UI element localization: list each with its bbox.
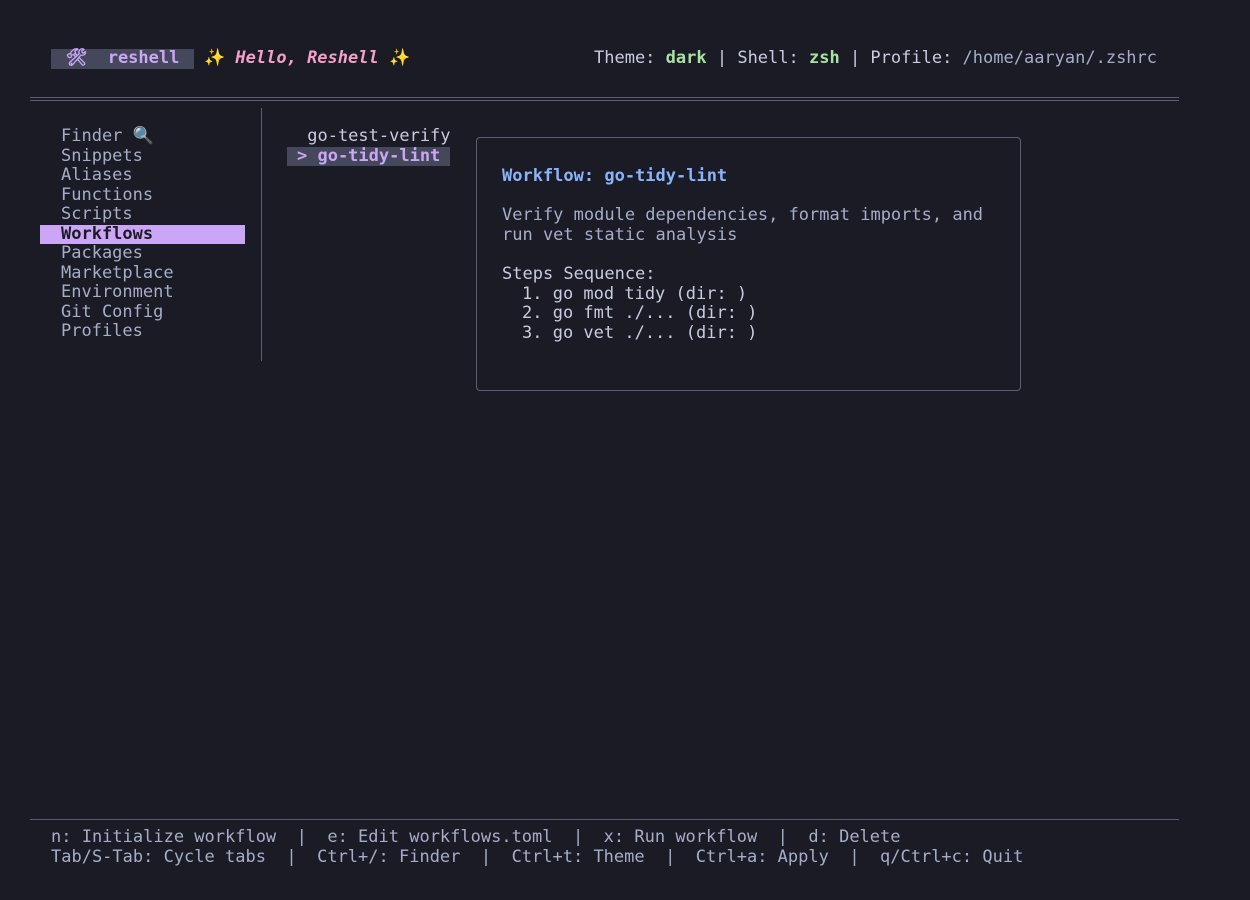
sidebar-item-finder[interactable]: Finder 🔍 bbox=[40, 126, 245, 147]
theme-label: Theme: bbox=[594, 48, 666, 68]
workflow-step: 2. go fmt ./... (dir: ) bbox=[522, 303, 758, 323]
greeting: ✨ Hello, Reshell ✨ bbox=[204, 48, 411, 69]
sidebar-item-aliases[interactable]: Aliases bbox=[40, 165, 245, 186]
list-item[interactable]: go-test-verify bbox=[287, 126, 450, 147]
sidebar-item-functions[interactable]: Functions bbox=[40, 185, 245, 206]
workflow-step: 3. go vet ./... (dir: ) bbox=[522, 322, 758, 343]
sparkles-icon: ✨ bbox=[204, 48, 226, 68]
sidebar-item-workflows[interactable]: Workflows bbox=[40, 224, 245, 244]
separator: | bbox=[839, 48, 871, 68]
sidebar-divider bbox=[261, 108, 262, 361]
sidebar-item-packages[interactable]: Packages bbox=[40, 243, 245, 264]
sidebar-item-git-config[interactable]: Git Config bbox=[40, 302, 245, 323]
greeting-text: Hello, Reshell bbox=[235, 48, 379, 68]
workflow-step: 1. go mod tidy (dir: ) bbox=[522, 283, 748, 304]
footer-divider bbox=[30, 819, 1179, 820]
app-brand-badge: 🛠 reshell bbox=[51, 49, 194, 69]
keybinding-hints: n: Initialize workflow | e: Edit workflo… bbox=[51, 827, 901, 847]
steps-label: Steps Sequence: bbox=[502, 264, 656, 284]
shell-value: zsh bbox=[808, 48, 840, 68]
workflow-description: run vet static analysis bbox=[502, 224, 738, 245]
theme-value: dark bbox=[665, 48, 707, 68]
workflow-description: Verify module dependencies, format impor… bbox=[502, 205, 984, 225]
sidebar-item-marketplace[interactable]: Marketplace bbox=[40, 263, 245, 284]
keybinding-hints: Tab/S-Tab: Cycle tabs | Ctrl+/: Finder |… bbox=[51, 847, 1024, 867]
sidebar-item-profiles[interactable]: Profiles bbox=[40, 321, 245, 342]
profile-label: Profile: bbox=[870, 48, 963, 68]
sidebar-nav: Finder 🔍 Snippets Aliases Functions Scri… bbox=[40, 126, 245, 342]
status-bar: Theme: dark | Shell: zsh | Profile: /hom… bbox=[594, 48, 1158, 69]
sidebar-item-scripts[interactable]: Scripts bbox=[40, 204, 245, 225]
separator: | bbox=[706, 48, 738, 68]
app-name: reshell bbox=[107, 48, 180, 69]
sparkles-icon: ✨ bbox=[388, 48, 411, 68]
sidebar-item-snippets[interactable]: Snippets bbox=[40, 146, 245, 167]
workflow-title: Workflow: go-tidy-lint bbox=[502, 166, 728, 186]
workflow-list: go-test-verify > go-tidy-lint bbox=[287, 126, 451, 166]
workflow-detail-panel: Workflow: go-tidy-lint Verify module dep… bbox=[476, 137, 1021, 391]
header-divider bbox=[30, 97, 1179, 101]
sidebar-item-environment[interactable]: Environment bbox=[40, 282, 245, 303]
shell-label: Shell: bbox=[737, 48, 809, 68]
list-item-selected[interactable]: > go-tidy-lint bbox=[287, 146, 450, 166]
tools-icon: 🛠 bbox=[65, 48, 88, 69]
profile-path: /home/aaryan/.zshrc bbox=[962, 48, 1158, 68]
